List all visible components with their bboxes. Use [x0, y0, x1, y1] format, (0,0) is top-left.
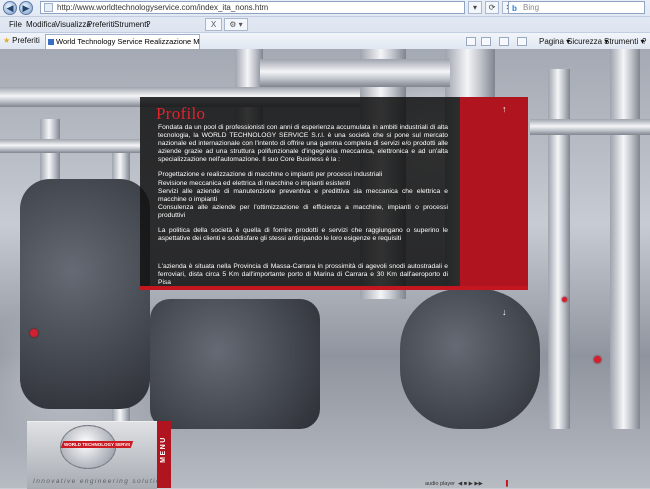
mail-icon[interactable]: [499, 37, 509, 46]
print-icon[interactable]: [517, 37, 527, 46]
profile-panel-accent: [460, 97, 528, 286]
address-bar[interactable]: http://www.worldtechnologyservice.com/in…: [40, 1, 465, 14]
search-placeholder: Bing: [523, 3, 540, 12]
profile-intro: Fondata da un pool di professionisti con…: [158, 124, 448, 164]
pipe-horizontal: [530, 119, 650, 135]
machine-center: [150, 299, 320, 429]
valve: [562, 297, 567, 302]
profile-title: Profilo: [156, 104, 206, 123]
audio-controls[interactable]: ◀ ■ ▶ ▶▶: [458, 481, 483, 487]
scroll-down-icon[interactable]: ↓: [502, 307, 507, 317]
favorites-button[interactable]: ★ Preferiti: [3, 36, 40, 45]
menu-label: MENU: [160, 436, 167, 463]
machine-left: [20, 179, 150, 409]
menu-preferiti[interactable]: Preferiti: [87, 20, 115, 29]
tab-active[interactable]: World Technology Service Realizzazione M…: [45, 34, 200, 49]
business-item: Revisione meccanica ed elettrica di macc…: [158, 179, 351, 187]
pipe-vertical: [610, 49, 640, 429]
valve: [594, 356, 601, 363]
menu-strumenti[interactable]: Strumenti: [114, 20, 148, 29]
profile-location: L'azienda è situata nella Provincia di M…: [158, 263, 448, 287]
scroll-up-icon[interactable]: ↑: [502, 104, 507, 114]
gear-icon[interactable]: ⚙ ▾: [224, 18, 248, 31]
business-item: Servizi alle aziende di manutenzione pre…: [158, 187, 448, 203]
profile-body: Fondata da un pool di professionisti con…: [158, 124, 448, 295]
audio-stop-button[interactable]: ▐: [504, 481, 508, 487]
home-icon[interactable]: [466, 37, 476, 46]
address-text: http://www.worldtechnologyservice.com/in…: [57, 3, 269, 12]
menu-help[interactable]: ?: [146, 20, 150, 29]
menu-visualizza[interactable]: Visualizza: [55, 20, 91, 29]
tab-title: World Technology Service Realizzazione M…: [56, 37, 200, 46]
address-dropdown-button[interactable]: ▾: [468, 1, 482, 14]
audio-player-label: audio player: [425, 481, 455, 487]
favorites-bar: ★ Preferiti World Technology Service Real…: [0, 32, 650, 50]
logo-text: WORLD TECHNOLOGY SERVICE: [64, 442, 130, 447]
star-icon: ★: [3, 36, 11, 45]
address-row: ◀ ▶ http://www.worldtechnologyservice.co…: [0, 0, 650, 16]
pipe-horizontal: [260, 59, 450, 87]
page-icon: [44, 3, 53, 12]
back-button[interactable]: ◀: [3, 1, 17, 15]
business-item: Consulenza alle aziende per l'ottimizzaz…: [158, 203, 448, 219]
refresh-button[interactable]: ⟳: [485, 1, 499, 14]
menu-file[interactable]: File: [9, 20, 22, 29]
page-icon: [48, 39, 54, 45]
tagline: Innovative engineering solutions: [33, 478, 171, 485]
machine-right: [400, 289, 540, 429]
menu-pagina[interactable]: Pagina ▾: [539, 37, 570, 46]
close-tab-button[interactable]: X: [205, 18, 222, 31]
search-input[interactable]: b Bing: [508, 1, 645, 14]
favorites-label: Preferiti: [12, 36, 40, 45]
business-item: Progettazione e realizzazione di macchin…: [158, 171, 383, 179]
menu-bar: File Modifica Visualizza Preferiti Strum…: [0, 16, 650, 33]
menu-sicurezza[interactable]: Sicurezza ▾: [567, 37, 608, 46]
browser-chrome: ◀ ▶ http://www.worldtechnologyservice.co…: [0, 0, 650, 50]
valve: [30, 329, 38, 337]
pipe-horizontal: [0, 139, 140, 153]
menu-strumenti-cmd[interactable]: Strumenti ▾: [604, 37, 644, 46]
forward-button[interactable]: ▶: [19, 1, 33, 15]
help-button[interactable]: ?: [642, 37, 646, 46]
menu-modifica[interactable]: Modifica: [26, 20, 56, 29]
profile-policy: La politica della società è quella di fo…: [158, 227, 448, 243]
feeds-icon[interactable]: [481, 37, 491, 46]
bing-icon: b: [512, 4, 517, 13]
